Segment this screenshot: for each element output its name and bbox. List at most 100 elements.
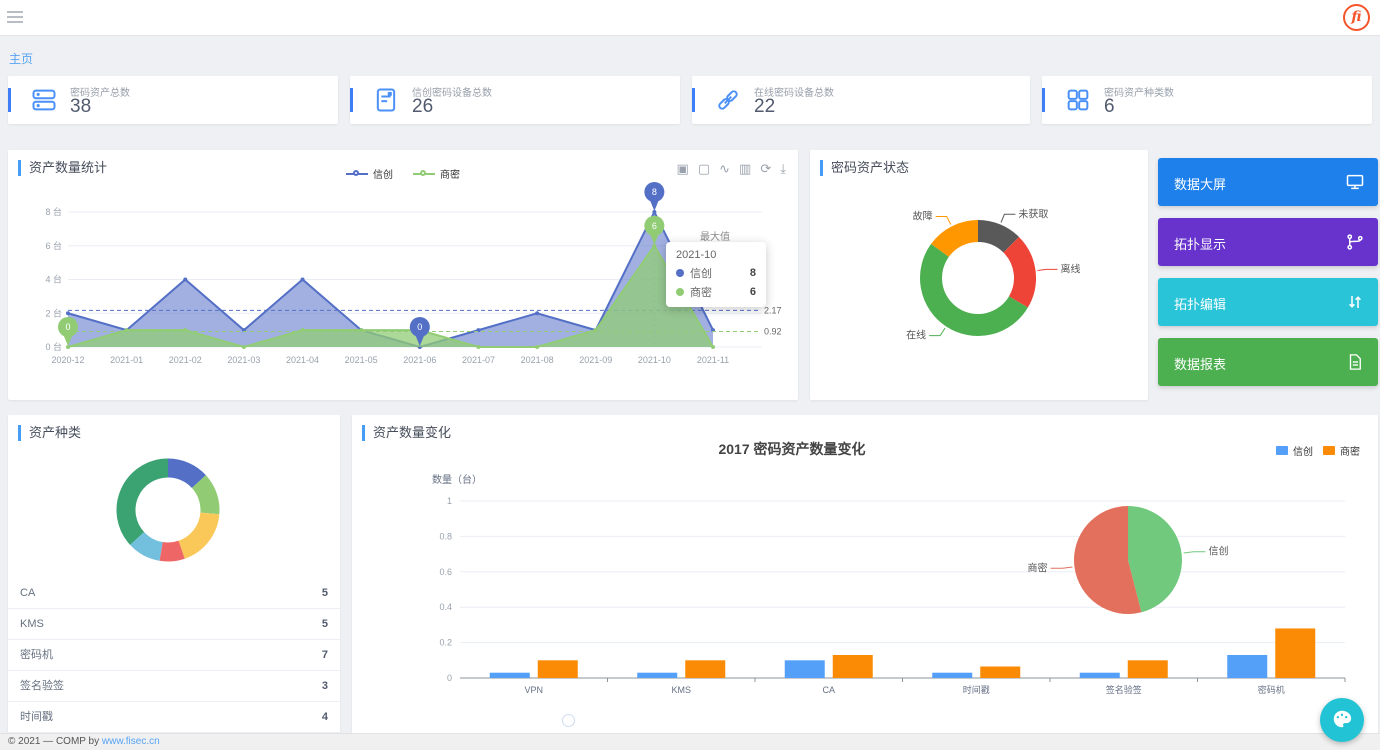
button-label: 数据大屏 <box>1174 174 1226 193</box>
branch-icon <box>1346 233 1364 251</box>
status-donut-chart[interactable]: 未获取离线在线故障 <box>810 176 1148 400</box>
top-navbar: fi <box>0 0 1380 36</box>
card-accent <box>350 88 353 112</box>
partial-element <box>562 714 575 727</box>
panel-asset-change: 资产数量变化 2017 密码资产数量变化 信创商密 数量（台）00.20.40.… <box>352 415 1378 735</box>
report-file-icon <box>1346 353 1364 371</box>
svg-text:6: 6 <box>652 221 657 231</box>
svg-text:CA: CA <box>822 685 835 695</box>
svg-text:签名验签: 签名验签 <box>1106 684 1142 695</box>
svg-text:2021-01: 2021-01 <box>110 355 143 365</box>
asset-type-label: KMS <box>20 609 44 639</box>
restore-icon[interactable]: ▢ <box>698 162 710 176</box>
refresh-icon[interactable]: ⟳ <box>760 162 771 176</box>
bar-chart-title: 2017 密码资产数量变化 <box>352 439 1232 459</box>
legend-item[interactable]: 商密 <box>1323 443 1360 458</box>
tooltip-title: 2021-10 <box>676 249 756 261</box>
tooltip-series-label: 信创 <box>690 265 712 281</box>
svg-text:2021-08: 2021-08 <box>521 355 554 365</box>
chart-tooltip: 2021-10 信创 8 商密 6 <box>666 242 766 307</box>
stat-value: 38 <box>70 96 91 118</box>
zoom-select-icon[interactable]: ▣ <box>677 162 689 176</box>
legend-item[interactable]: 商密 <box>413 166 460 181</box>
svg-text:密码机: 密码机 <box>1258 684 1285 695</box>
svg-text:商密: 商密 <box>1028 561 1048 574</box>
card-accent <box>692 88 695 112</box>
button-data-screen[interactable]: 数据大屏 <box>1158 158 1378 206</box>
svg-text:0: 0 <box>417 322 422 332</box>
svg-text:0.8: 0.8 <box>439 531 452 541</box>
tooltip-row: 信创 8 <box>676 265 756 281</box>
svg-text:2021-06: 2021-06 <box>403 355 436 365</box>
asset-type-value: 3 <box>322 671 328 701</box>
stat-card-total-assets: 密码资产总数 38 <box>8 76 338 124</box>
tooltip-series-value: 6 <box>750 286 756 298</box>
svg-text:2021-11: 2021-11 <box>697 355 729 365</box>
palette-icon <box>1331 708 1353 730</box>
card-accent <box>1042 88 1045 112</box>
types-donut-chart[interactable] <box>8 448 340 576</box>
legend-item[interactable]: 信创 <box>346 166 393 181</box>
bar-chart-icon[interactable]: ▥ <box>739 162 751 176</box>
series-dot <box>676 269 684 277</box>
asset-type-row: 时间戳 4 <box>8 702 340 733</box>
fisec-link[interactable]: www.fisec.cn <box>102 736 160 747</box>
svg-text:VPN: VPN <box>524 685 543 695</box>
hamburger-menu-icon[interactable] <box>7 11 23 24</box>
stat-value: 6 <box>1104 96 1115 118</box>
panel-asset-status: 密码资产状态 未获取离线在线故障 <box>810 150 1148 400</box>
swap-vertical-icon <box>1346 293 1364 311</box>
footer: © 2021 — COMP by www.fisec.cn <box>0 733 1380 750</box>
svg-text:信创: 信创 <box>1208 545 1228 558</box>
svg-text:2021-10: 2021-10 <box>638 355 671 365</box>
tooltip-series-label: 商密 <box>690 284 712 300</box>
asset-type-row: 密码机7 <box>8 640 340 671</box>
svg-text:0.2: 0.2 <box>439 638 452 648</box>
grid-icon <box>1064 86 1092 114</box>
fisec-logo: fi <box>1343 4 1370 31</box>
stat-value: 22 <box>754 96 775 118</box>
svg-text:2 台: 2 台 <box>45 307 62 318</box>
theme-fab-button[interactable] <box>1320 698 1364 742</box>
stat-card-online-devices: 在线密码设备总数 22 <box>692 76 1030 124</box>
asset-type-label: 时间戳 <box>20 702 53 732</box>
breadcrumb-home[interactable]: 主页 <box>9 50 33 67</box>
button-label: 数据报表 <box>1174 354 1226 373</box>
svg-text:2021-02: 2021-02 <box>169 355 202 365</box>
bar-chart[interactable]: 数量（台）00.20.40.60.81VPNKMSCA时间戳签名验签密码机信创商… <box>402 463 1352 725</box>
asset-type-label: CA <box>20 578 35 608</box>
card-accent <box>8 88 11 112</box>
svg-text:0 台: 0 台 <box>45 341 62 352</box>
asset-type-value: 5 <box>322 609 328 639</box>
line-chart-icon[interactable]: ∿ <box>719 162 730 176</box>
button-topology-edit[interactable]: 拓扑编辑 <box>1158 278 1378 326</box>
button-topology-view[interactable]: 拓扑显示 <box>1158 218 1378 266</box>
svg-text:数量（台）: 数量（台） <box>432 473 482 486</box>
svg-text:2021-03: 2021-03 <box>227 355 260 365</box>
svg-text:8: 8 <box>652 187 657 197</box>
svg-text:2021-04: 2021-04 <box>286 355 319 365</box>
svg-text:未获取: 未获取 <box>1018 208 1048 220</box>
svg-text:故障: 故障 <box>913 210 933 223</box>
panel-title: 密码资产状态 <box>820 160 909 176</box>
link-icon <box>714 86 742 114</box>
save-image-icon[interactable]: ⤓ <box>780 162 786 176</box>
copyright-text: © 2021 — COMP by <box>8 736 102 747</box>
panel-title: 资产种类 <box>18 425 81 441</box>
svg-text:0: 0 <box>447 673 452 683</box>
svg-text:0.92: 0.92 <box>764 326 782 336</box>
svg-text:8 台: 8 台 <box>45 206 62 217</box>
markpoint-max-label: 最大值 <box>700 228 730 243</box>
svg-text:6 台: 6 台 <box>45 240 62 251</box>
svg-text:2021-05: 2021-05 <box>345 355 378 365</box>
stat-card-xinchuang-devices: 信创密码设备总数 26 <box>350 76 680 124</box>
svg-text:2.17: 2.17 <box>764 305 782 315</box>
asset-type-value: 4 <box>322 702 328 732</box>
svg-text:离线: 离线 <box>1060 262 1080 275</box>
svg-text:2021-07: 2021-07 <box>462 355 495 365</box>
quick-actions: 数据大屏 拓扑显示 拓扑编辑 数据报表 <box>1158 150 1378 400</box>
legend-item[interactable]: 信创 <box>1276 443 1313 458</box>
series-dot <box>676 288 684 296</box>
button-data-report[interactable]: 数据报表 <box>1158 338 1378 386</box>
stat-value: 26 <box>412 96 433 118</box>
